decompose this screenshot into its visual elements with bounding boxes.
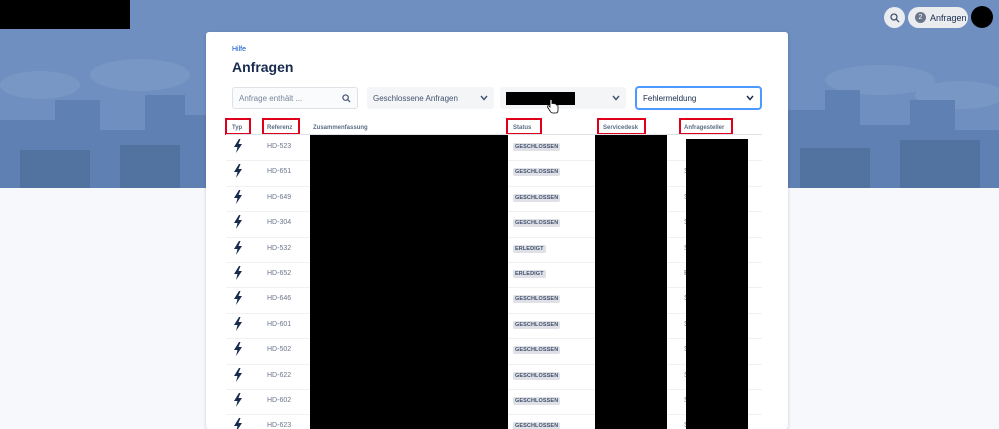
status-badge: GESCHLOSSEN: [513, 346, 561, 355]
redacted-logo: [0, 0, 130, 29]
request-reference[interactable]: HD-602: [267, 397, 291, 404]
status-badge: ERLEDIGT: [513, 244, 546, 253]
requests-button-label: Anfragen: [930, 12, 967, 23]
lightning-bolt-icon: [234, 316, 242, 331]
request-reference[interactable]: HD-622: [267, 372, 291, 379]
lightning-bolt-icon: [234, 393, 242, 407]
lightning-bolt-icon: [234, 215, 242, 230]
lightning-bolt-icon: [234, 139, 242, 153]
lightning-bolt-icon: [234, 342, 242, 357]
highlight-box-reference: [262, 118, 300, 135]
request-reference[interactable]: HD-623: [267, 422, 291, 429]
request-reference[interactable]: HD-502: [267, 346, 291, 353]
requests-count-badge: 2: [915, 12, 926, 23]
type-filter-value: Fehlermeldung: [643, 93, 697, 103]
highlight-box-requester: [679, 118, 733, 135]
status-filter-select[interactable]: Geschlossene Anfragen: [367, 87, 494, 109]
requests-panel: Hilfe Anfragen Anfrage enthält ... Gesch…: [206, 32, 788, 429]
status-badge: GESCHLOSSEN: [513, 168, 561, 177]
status-filter-value: Geschlossene Anfragen: [373, 93, 458, 103]
search-placeholder: Anfrage enthält ...: [239, 93, 303, 103]
request-reference[interactable]: HD-523: [267, 143, 291, 150]
redacted-servicedesk-column: [595, 135, 667, 429]
column-header-summary[interactable]: Zusammenfassung: [313, 125, 368, 131]
chevron-down-icon: [480, 95, 488, 101]
request-reference[interactable]: HD-532: [267, 245, 291, 252]
request-reference[interactable]: HD-646: [267, 295, 291, 302]
status-badge: GESCHLOSSEN: [513, 193, 561, 202]
header-search-button[interactable]: [884, 7, 905, 28]
status-badge: GESCHLOSSEN: [513, 422, 561, 429]
status-badge: GESCHLOSSEN: [513, 320, 561, 329]
lightning-bolt-icon: [234, 164, 242, 179]
search-input[interactable]: Anfrage enthält ...: [232, 87, 358, 109]
highlight-box-servicedesk: [597, 118, 646, 135]
redacted-requester-column: [686, 139, 748, 429]
type-filter-select[interactable]: Fehlermeldung: [636, 87, 761, 109]
breadcrumb[interactable]: Hilfe: [232, 46, 246, 53]
request-reference[interactable]: HD-651: [267, 168, 291, 175]
status-badge: GESCHLOSSEN: [513, 219, 561, 228]
request-reference[interactable]: HD-652: [267, 270, 291, 277]
status-badge: GESCHLOSSEN: [513, 397, 561, 405]
request-reference[interactable]: HD-601: [267, 321, 291, 328]
redacted-summary-column: [310, 135, 508, 429]
lightning-bolt-icon: [234, 367, 242, 382]
lightning-bolt-icon: [234, 418, 242, 429]
request-reference[interactable]: HD-304: [267, 219, 291, 226]
chevron-down-icon: [612, 95, 620, 101]
lightning-bolt-icon: [234, 189, 242, 204]
status-badge: GESCHLOSSEN: [513, 143, 561, 151]
hand-cursor-icon: [547, 99, 559, 114]
user-avatar[interactable]: [971, 6, 993, 28]
request-reference[interactable]: HD-649: [267, 194, 291, 201]
chevron-down-icon: [746, 95, 754, 101]
requests-button[interactable]: 2 Anfragen: [908, 7, 968, 28]
status-badge: GESCHLOSSEN: [513, 295, 561, 304]
search-icon: [889, 12, 899, 22]
lightning-bolt-icon: [234, 266, 242, 280]
servicedesk-filter-select[interactable]: [500, 87, 626, 109]
status-badge: GESCHLOSSEN: [513, 371, 561, 380]
redacted-filter-value: [506, 91, 575, 105]
search-icon: [342, 93, 351, 103]
status-badge: ERLEDIGT: [513, 270, 546, 278]
lightning-bolt-icon: [234, 240, 242, 255]
lightning-bolt-icon: [234, 291, 242, 306]
highlight-box-type: [225, 118, 251, 135]
highlight-box-status: [506, 118, 542, 135]
page-title: Anfragen: [232, 59, 294, 75]
